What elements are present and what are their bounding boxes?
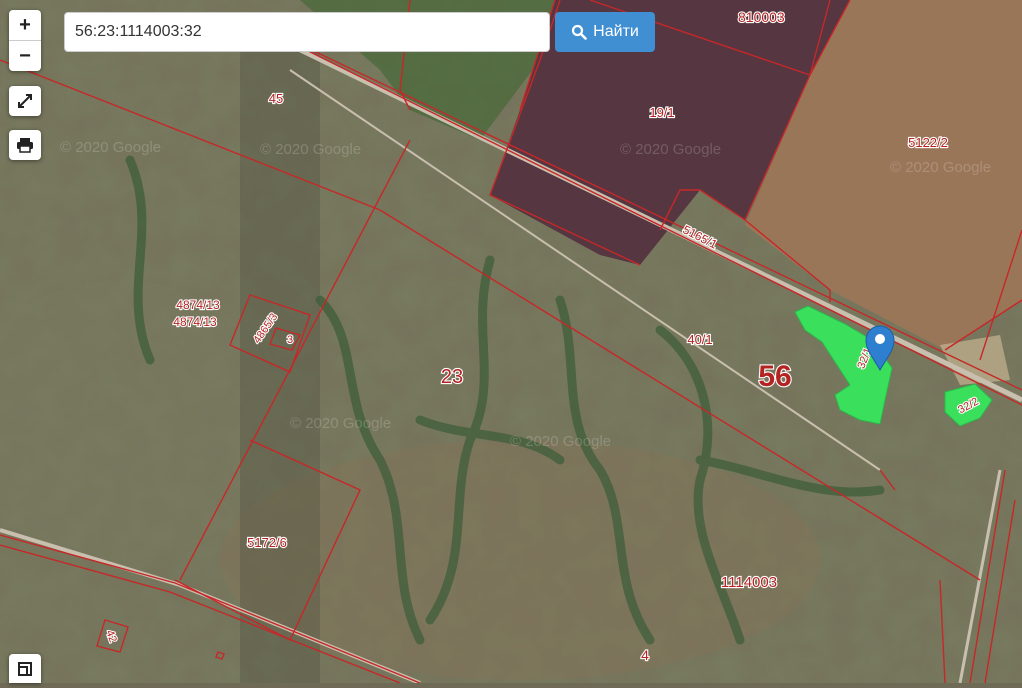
- watermark: © 2020 Google: [60, 139, 161, 156]
- watermark: © 2020 Google: [260, 141, 361, 158]
- print-button[interactable]: [9, 130, 41, 160]
- map-view[interactable]: © 2020 Google © 2020 Google © 2020 Googl…: [0, 0, 1022, 685]
- fullscreen-icon: [9, 86, 41, 116]
- label-quarter-1114003: 1114003: [721, 574, 777, 591]
- watermark: © 2020 Google: [510, 433, 611, 450]
- shadow-band: [240, 40, 320, 683]
- label-district-23: 23: [441, 366, 463, 388]
- search-input[interactable]: [64, 12, 550, 52]
- search-button[interactable]: Найти: [555, 12, 655, 52]
- zoom-in-button[interactable]: +: [9, 10, 41, 41]
- label-parcel-40-1: 40/1: [687, 332, 712, 347]
- search-icon: [572, 24, 587, 40]
- watermark: © 2020 Google: [290, 415, 391, 432]
- watermark: © 2020 Google: [620, 141, 721, 158]
- label-parcel-19-1: 19/1: [649, 105, 674, 120]
- zoom-out-button[interactable]: −: [9, 41, 41, 71]
- label-quarter-810003: 810003: [738, 9, 785, 25]
- label-parcel-4: 4: [641, 647, 649, 663]
- label-parcel-4874-13-a: 4874/13: [176, 298, 220, 312]
- printer-icon: [9, 130, 41, 160]
- label-parcel-45: 45: [269, 91, 283, 106]
- label-parcel-5172-6: 5172/6: [247, 535, 287, 550]
- watermark: © 2020 Google: [890, 159, 991, 176]
- label-parcel-5122-2: 5122/2: [908, 135, 948, 150]
- label-parcel-4874-13-b: 4874/13: [173, 315, 217, 329]
- fullscreen-button[interactable]: [9, 86, 41, 116]
- label-region-56: 56: [758, 360, 791, 393]
- layers-icon: [9, 654, 41, 684]
- satellite-map[interactable]: © 2020 Google © 2020 Google © 2020 Googl…: [0, 0, 1022, 685]
- search-button-label: Найти: [593, 23, 639, 40]
- layers-button[interactable]: [9, 654, 41, 683]
- label-parcel-3: 3: [287, 334, 293, 346]
- zoom-control: + −: [9, 10, 41, 71]
